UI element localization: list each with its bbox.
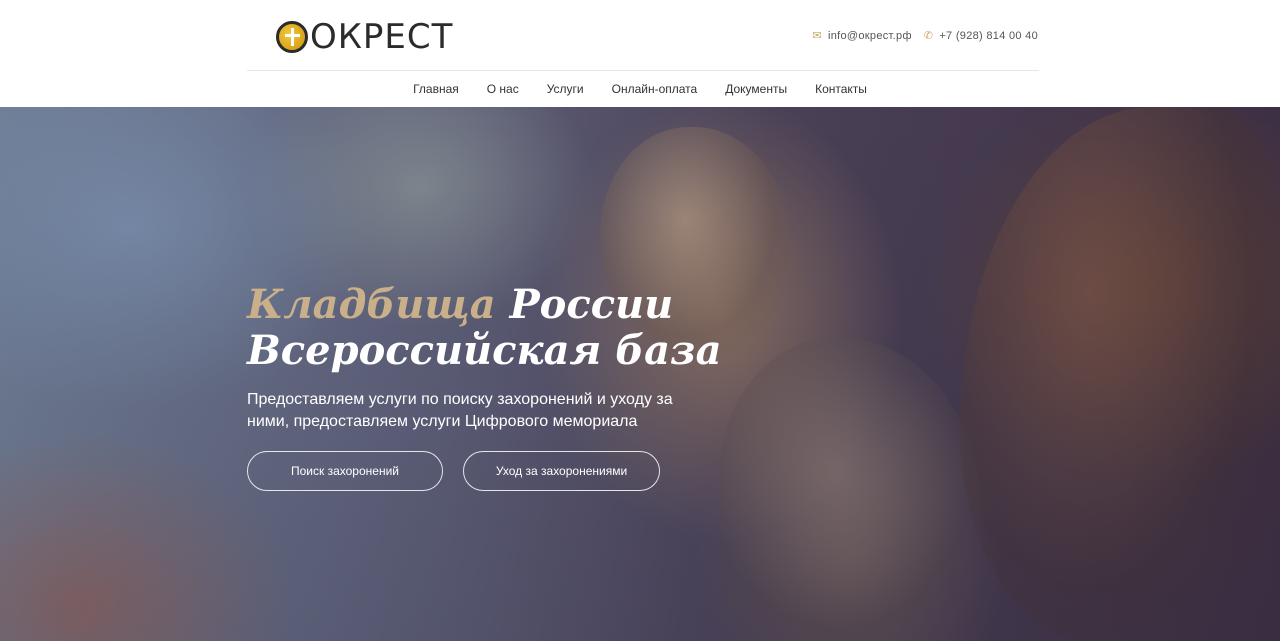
nav-item-documents[interactable]: Документы bbox=[711, 82, 801, 96]
header-divider bbox=[247, 70, 1039, 71]
hero-title: Кладбища России Всероссийская база bbox=[247, 282, 722, 374]
hero-title-line2: Всероссийская база bbox=[247, 327, 722, 374]
site-header: ОКРЕСТ ✉ info@окрест.рф ✆ +7 (928) 814 0… bbox=[0, 0, 1280, 107]
phone-contact[interactable]: ✆ +7 (928) 814 00 40 bbox=[923, 29, 1038, 43]
phone-text: +7 (928) 814 00 40 bbox=[939, 29, 1038, 42]
email-text: info@окрест.рф bbox=[827, 29, 912, 42]
nav-item-home[interactable]: Главная bbox=[399, 82, 473, 96]
nav-item-services[interactable]: Услуги bbox=[533, 82, 598, 96]
nav-item-online-payment[interactable]: Онлайн-оплата bbox=[598, 82, 712, 96]
hero-subtitle: Предоставляем услуги по поиску захоронен… bbox=[247, 391, 673, 430]
header-contacts: ✉ info@окрест.рф ✆ +7 (928) 814 00 40 bbox=[812, 29, 1038, 43]
logo-cross-icon bbox=[276, 21, 308, 53]
phone-icon: ✆ bbox=[923, 30, 934, 42]
hero-title-accent: Кладбища bbox=[247, 281, 496, 328]
logo-text: ОКРЕСТ bbox=[310, 17, 454, 57]
burial-care-button[interactable]: Уход за захоронениями bbox=[463, 451, 660, 491]
hero-title-rest: России bbox=[495, 281, 674, 328]
email-contact[interactable]: ✉ info@окрест.рф bbox=[812, 29, 912, 43]
nav-item-contacts[interactable]: Контакты bbox=[801, 82, 881, 96]
nav-item-about[interactable]: О нас bbox=[473, 82, 533, 96]
main-nav: Главная О нас Услуги Онлайн-оплата Докум… bbox=[0, 80, 1280, 98]
logo[interactable]: ОКРЕСТ bbox=[276, 17, 453, 57]
hero-overlay bbox=[0, 107, 1280, 641]
hero-banner: Кладбища России Всероссийская база Предо… bbox=[0, 107, 1280, 641]
envelope-icon: ✉ bbox=[812, 30, 822, 42]
search-burials-button[interactable]: Поиск захоронений bbox=[247, 451, 443, 491]
